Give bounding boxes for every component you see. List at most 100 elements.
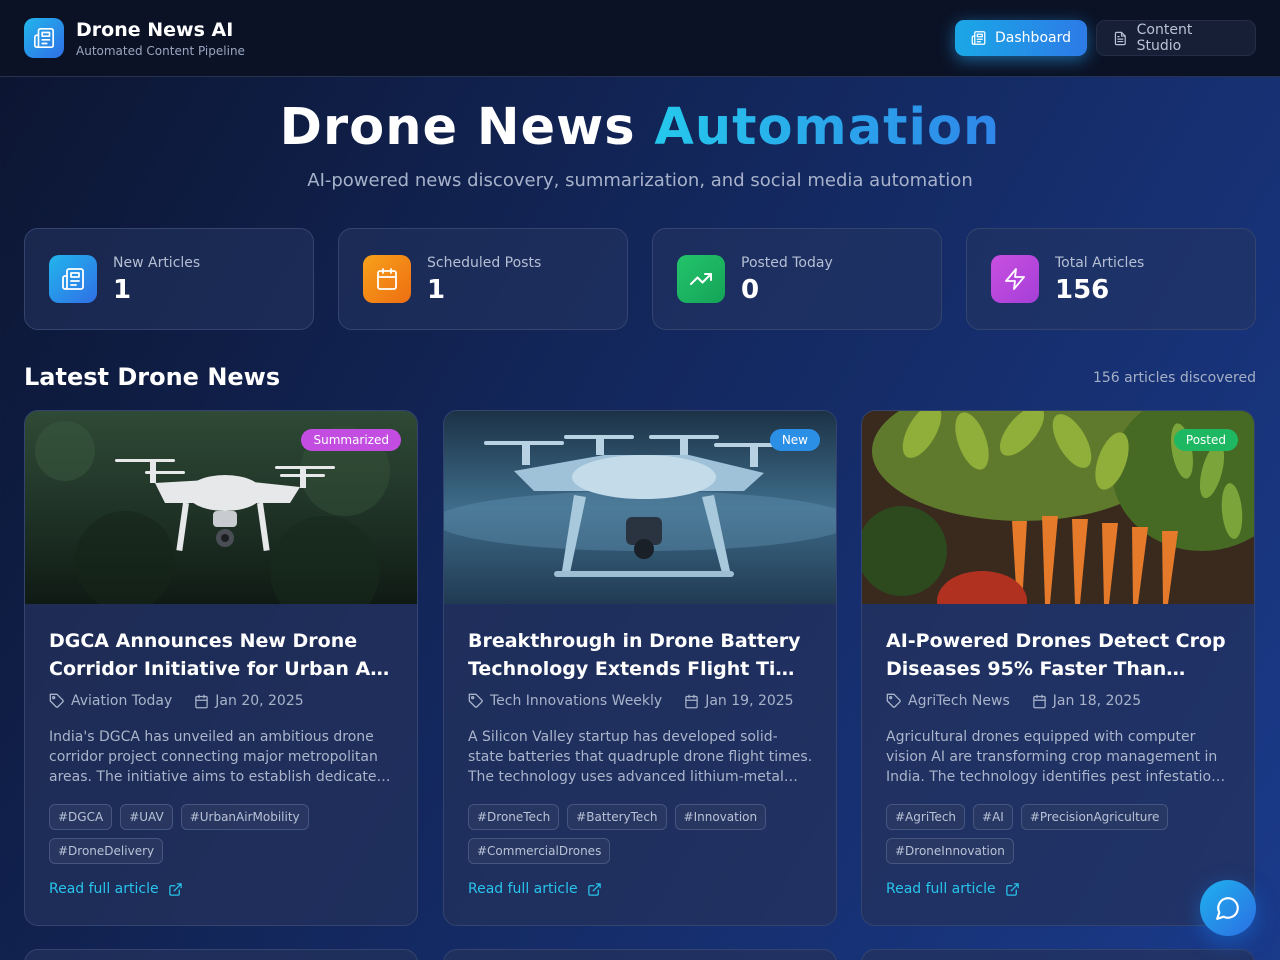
file-text-icon: [1114, 31, 1126, 45]
status-badge: New: [769, 429, 820, 451]
section-title: Latest Drone News: [24, 363, 281, 391]
hashtag[interactable]: #DroneDelivery: [49, 838, 164, 864]
external-link-icon: [1005, 882, 1019, 896]
article-source: Tech Innovations Weekly: [490, 693, 663, 709]
article-excerpt: India's DGCA has unveiled an ambitious d…: [49, 727, 399, 787]
newspaper-icon: [971, 31, 986, 45]
article-title[interactable]: AI-Powered Drones Detect Crop Diseases 9…: [886, 627, 1232, 683]
stat-card-scheduled-posts: Scheduled Posts 1: [338, 228, 628, 330]
hashtag[interactable]: #DroneInnovation: [886, 838, 1014, 864]
article-card-peek: [24, 949, 418, 960]
read-full-article-link[interactable]: Read full article: [468, 881, 602, 897]
excerpt-line: vision AI are transforming crop manageme…: [886, 749, 1218, 765]
hero-title: Drone News Automation: [0, 98, 1280, 157]
article-tags: #DroneTech #BatteryTech #Innovation #Com…: [468, 804, 818, 864]
article-title-line: Corridor Initiative for Urban Air…: [49, 658, 395, 680]
status-badge: Summarized: [301, 429, 401, 451]
article-date: Jan 20, 2025: [215, 693, 304, 709]
article-meta: AgriTech News Jan 18, 2025: [886, 693, 1141, 709]
hashtag[interactable]: #DGCA: [49, 804, 113, 830]
excerpt-line: corridor project connecting major metrop…: [49, 749, 378, 765]
read-link-label: Read full article: [468, 881, 578, 897]
nav-content-studio-label: Content Studio: [1136, 22, 1193, 54]
article-excerpt: Agricultural drones equipped with comput…: [886, 727, 1236, 787]
article-title-line: Technology Extends Flight Time…: [468, 658, 814, 680]
hero-title-accent: Automation: [654, 98, 1001, 157]
chat-bubble-icon: [1216, 897, 1239, 920]
article-meta: Tech Innovations Weekly Jan 19, 2025: [468, 693, 794, 709]
tag-icon: [886, 693, 901, 708]
article-date: Jan 18, 2025: [1052, 693, 1142, 709]
read-full-article-link[interactable]: Read full article: [49, 881, 183, 897]
external-link-icon: [168, 882, 182, 896]
article-card[interactable]: Posted AI-Powered Drones Detect Crop Dis…: [861, 410, 1255, 926]
article-tags: #DGCA #UAV #UrbanAirMobility #DroneDeliv…: [49, 804, 399, 864]
article-card-peek: [861, 949, 1255, 960]
read-link-label: Read full article: [886, 881, 996, 897]
top-bar: Drone News AI Automated Content Pipeline…: [0, 0, 1280, 77]
article-excerpt: A Silicon Valley startup has developed s…: [468, 727, 818, 787]
chat-button[interactable]: [1200, 880, 1256, 936]
lightning-icon: [991, 255, 1039, 303]
article-title-line: DGCA Announces New Drone: [49, 630, 358, 652]
article-title-line: Breakthrough in Drone Battery: [468, 630, 801, 652]
hashtag[interactable]: #Innovation: [674, 804, 767, 830]
stat-value: 1: [113, 275, 132, 305]
read-full-article-link[interactable]: Read full article: [886, 881, 1020, 897]
hashtag[interactable]: #BatteryTech: [567, 804, 667, 830]
calendar-icon: [1033, 694, 1046, 708]
stat-label: Posted Today: [741, 255, 833, 271]
article-tags: #AgriTech #AI #PrecisionAgriculture #Dro…: [886, 804, 1236, 864]
calendar-icon: [363, 255, 411, 303]
article-title[interactable]: DGCA Announces New Drone Corridor Initia…: [49, 627, 395, 683]
article-meta: Aviation Today Jan 20, 2025: [49, 693, 304, 709]
stat-card-total-articles: Total Articles 156: [966, 228, 1256, 330]
article-count: 156 articles discovered: [1092, 370, 1256, 386]
stat-value: 1: [427, 275, 446, 305]
article-title[interactable]: Breakthrough in Drone Battery Technology…: [468, 627, 814, 683]
calendar-icon: [685, 694, 698, 708]
stat-label: Scheduled Posts: [427, 255, 542, 271]
hashtag[interactable]: #CommercialDrones: [468, 838, 611, 864]
hashtag[interactable]: #PrecisionAgriculture: [1020, 804, 1169, 830]
excerpt-line: The technology uses advanced lithium-met…: [468, 769, 798, 785]
article-card[interactable]: Summarized DGCA Announces New Drone Corr…: [24, 410, 418, 926]
stat-label: New Articles: [113, 255, 201, 271]
hashtag[interactable]: #AI: [973, 804, 1013, 830]
tag-icon: [49, 693, 64, 708]
hashtag[interactable]: #UrbanAirMobility: [180, 804, 309, 830]
excerpt-line: Agricultural drones equipped with comput…: [886, 729, 1196, 745]
article-title-line: Diseases 95% Faster Than…: [886, 658, 1186, 680]
newspaper-icon: [24, 18, 64, 58]
hashtag[interactable]: #UAV: [120, 804, 173, 830]
stat-card-new-articles: New Articles 1: [24, 228, 314, 330]
excerpt-line: A Silicon Valley startup has developed s…: [468, 729, 778, 745]
excerpt-line: India's DGCA has unveiled an ambitious d…: [49, 729, 374, 745]
excerpt-line: areas. The initiative aims to establish …: [49, 769, 391, 785]
hero-subtitle: AI-powered news discovery, summarization…: [307, 170, 973, 191]
stat-label: Total Articles: [1055, 255, 1145, 271]
stat-value: 0: [741, 275, 760, 305]
tag-icon: [468, 693, 483, 708]
read-link-label: Read full article: [49, 881, 159, 897]
status-badge: Posted: [1173, 429, 1238, 451]
calendar-icon: [195, 694, 209, 708]
article-card[interactable]: New Breakthrough in Drone Battery Techno…: [443, 410, 837, 926]
article-source: AgriTech News: [908, 693, 1010, 709]
external-link-icon: [587, 882, 601, 896]
hero-title-main: Drone News: [279, 98, 636, 157]
app-title: Drone News AI: [76, 19, 234, 41]
article-card-peek: [443, 949, 837, 960]
hashtag[interactable]: #AgriTech: [886, 804, 966, 830]
article-title-line: AI-Powered Drones Detect Crop: [886, 630, 1226, 652]
excerpt-line: state batteries that quadruple drone fli…: [468, 749, 813, 765]
excerpt-line: India. The technology identifies pest in…: [886, 769, 1226, 785]
stat-card-posted-today: Posted Today 0: [652, 228, 942, 330]
hashtag[interactable]: #DroneTech: [468, 804, 560, 830]
nav-content-studio-button[interactable]: Content Studio: [1096, 20, 1256, 56]
nav-dashboard-button[interactable]: Dashboard: [955, 20, 1087, 56]
article-date: Jan 19, 2025: [705, 693, 794, 709]
nav-dashboard-label: Dashboard: [995, 30, 1071, 46]
article-source: Aviation Today: [71, 693, 173, 709]
newspaper-icon: [49, 255, 97, 303]
